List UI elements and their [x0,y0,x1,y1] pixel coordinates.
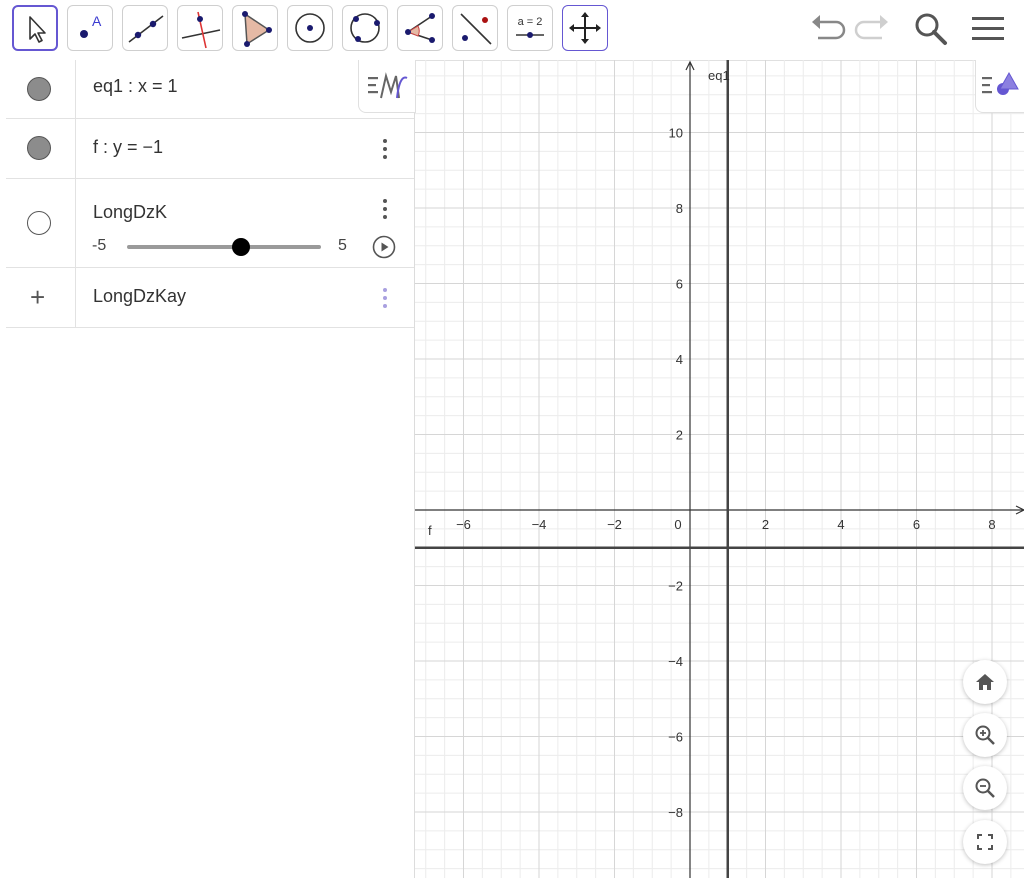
x-tick-label: 8 [988,517,995,532]
x-tick-label: −4 [532,517,547,532]
undo-button[interactable] [808,8,848,48]
x-tick-label: 0 [674,517,681,532]
more-options-icon[interactable] [382,199,388,221]
x-tick-label: −6 [456,517,471,532]
algebra-view: eq1 : x = 1 f : y = −1 LongDzK -5 5 + Lo… [6,60,416,878]
move-arrows-icon [569,12,601,44]
y-tick-label: 10 [669,126,683,141]
circle-center-icon [295,13,325,43]
y-tick-label: −8 [668,805,683,820]
y-tick-label: 2 [676,428,683,443]
fullscreen-icon [977,834,993,850]
triangle-polygon-icon [242,11,272,47]
slider-knob[interactable] [232,238,251,256]
line-tool[interactable] [122,5,168,51]
slider-tool[interactable]: a = 2 [507,5,553,51]
y-tick-label: 8 [676,201,683,216]
home-icon [976,674,994,690]
angle-tool[interactable] [397,5,443,51]
zoom-out-icon [975,778,995,798]
zoom-in-button[interactable] [963,713,1007,757]
search-button[interactable] [910,8,950,48]
polygon-tool[interactable] [232,5,278,51]
line-icon [128,15,164,43]
slider-track[interactable] [127,245,321,249]
reflect-tool[interactable] [452,5,498,51]
slider-icon: a = 2 [516,16,544,38]
undo-icon [812,15,846,40]
play-button[interactable] [372,235,396,259]
graphics-style-icon [982,71,1019,95]
perpendicular-line-tool[interactable] [177,5,223,51]
algebra-style-bar-button[interactable] [358,60,416,113]
fullscreen-button[interactable] [963,820,1007,864]
algebra-row-f[interactable]: f : y = −1 [6,118,414,179]
algebra-row-eq1[interactable]: eq1 : x = 1 [6,60,414,119]
move-graphics-view-tool[interactable] [562,5,608,51]
more-options-icon[interactable] [382,139,388,161]
visibility-toggle[interactable] [27,136,51,160]
point-icon: A [80,13,102,38]
graphics-style-bar-button[interactable] [975,60,1024,113]
zoom-out-button[interactable] [963,766,1007,810]
svg-text:A: A [92,13,102,29]
algebra-row-slider[interactable]: LongDzK -5 5 [6,178,414,268]
marker-column [6,118,76,178]
visibility-toggle[interactable] [27,211,51,235]
zoom-in-icon [975,725,995,745]
home-button[interactable] [963,660,1007,704]
algebra-description-icon [368,72,408,99]
x-tick-label: 4 [837,517,844,532]
y-tick-label: 4 [676,352,683,367]
algebra-expression[interactable]: f : y = −1 [93,137,163,158]
visibility-toggle[interactable] [27,77,51,101]
marker-column [6,60,76,118]
circle-three-points-tool[interactable] [342,5,388,51]
toolbar: A a = 2 [0,0,1024,61]
redo-button[interactable] [852,8,892,48]
y-tick-label: −4 [668,654,683,669]
circle-three-points-icon [350,13,380,43]
main-menu-button[interactable] [968,8,1008,48]
move-tool[interactable] [12,5,58,51]
perpendicular-line-icon [181,11,221,49]
plus-icon[interactable]: + [30,284,45,310]
y-tick-label: −6 [668,730,683,745]
x-tick-label: 2 [762,517,769,532]
menu-icon [972,17,1004,40]
algebra-expression[interactable]: eq1 : x = 1 [93,76,178,97]
circle-center-point-tool[interactable] [287,5,333,51]
slider-min: -5 [92,237,107,254]
graphics-view[interactable]: eq1 f −6 −4 −2 0 2 4 6 8 10 8 6 4 2 −2 −4 −6 −8 [415,60,1024,878]
search-icon [915,13,947,45]
x-tick-label: −2 [607,517,622,532]
y-tick-label: −2 [668,579,683,594]
marker-column: + [6,267,76,327]
graphics-canvas[interactable]: eq1 f −6 −4 −2 0 2 4 6 8 10 8 6 4 2 −2 −4 −6 −8 [415,60,1024,878]
point-tool[interactable]: A [67,5,113,51]
redo-icon [854,15,888,40]
y-tick-label: 6 [676,277,683,292]
algebra-input-row[interactable]: + LongDzKay [6,267,414,328]
algebra-input-field[interactable]: LongDzKay [93,286,186,307]
reflect-line-icon [460,13,492,45]
more-options-icon[interactable] [382,288,388,310]
play-icon [372,235,396,259]
label-f: f [428,523,432,538]
cursor-arrow-icon [29,16,46,43]
label-eq1: eq1 [708,68,730,83]
marker-column [6,178,76,267]
x-tick-label: 6 [913,517,920,532]
angle-icon [405,13,435,43]
slider-max: 5 [338,237,347,254]
slider-name[interactable]: LongDzK [93,202,167,223]
slider-tool-label: a = 2 [518,16,543,28]
